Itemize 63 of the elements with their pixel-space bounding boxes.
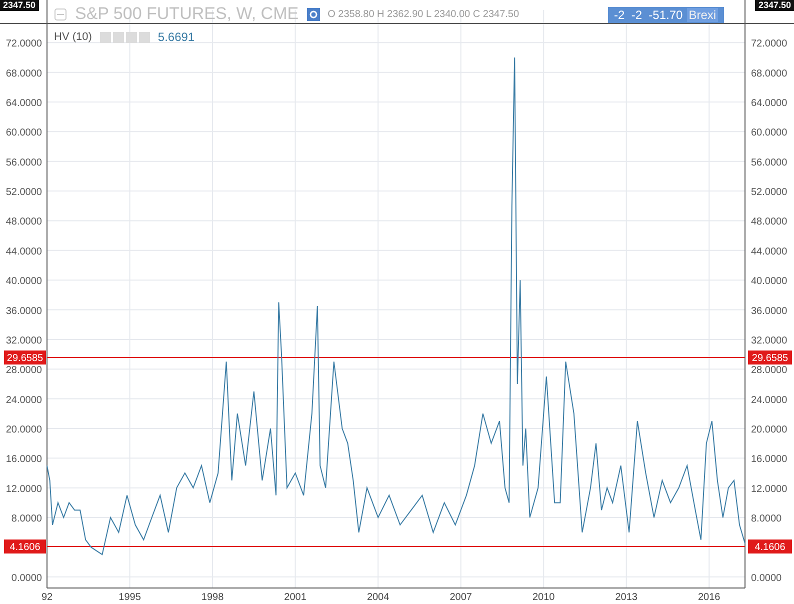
x-axis-label: 2013: [615, 592, 638, 603]
study-value: 5.6691: [158, 30, 195, 44]
symbol-title: S&P 500 FUTURES, W, CME: [75, 4, 299, 24]
price-badge: 2347.50: [755, 0, 794, 11]
level-badge: 29.6585: [748, 350, 792, 364]
y-axis-label: 68.0000: [751, 68, 788, 80]
y-axis-label: 12.0000: [6, 484, 42, 495]
level-badge: 29.6585: [4, 350, 46, 364]
level-badge: 4.1606: [748, 540, 792, 554]
x-axis-label: 2016: [698, 592, 720, 603]
y-axis-label: 8.0000: [11, 514, 42, 524]
ohlc-values: O 2358.80 H 2362.90 L 2340.00 C 2347.50: [328, 8, 520, 20]
x-axis-label: 1998: [201, 592, 224, 603]
y-axis-label: 40.0000: [751, 276, 788, 288]
series-label: 4.1606: [10, 542, 41, 553]
y-axis-label: 12.0000: [751, 484, 788, 495]
y-axis-label: 24.0000: [751, 394, 788, 406]
y-axis-label: 28.0000: [6, 365, 42, 376]
y-axis-label: 60.0000: [751, 128, 788, 139]
y-axis-label: 48.0000: [751, 216, 788, 228]
x-axis-label: 2001: [284, 592, 306, 603]
y-axis-label: 8.0000: [751, 514, 782, 524]
x-axis-label: 2004: [366, 592, 390, 603]
y-axis-label: 72.0000: [6, 38, 42, 50]
y-axis-label: 56.0000: [751, 157, 788, 168]
settings-icon[interactable]: [306, 8, 320, 20]
x-axis-label: 2010: [532, 592, 555, 603]
y-axis-label: 64.0000: [751, 98, 788, 109]
y-axis-label: 64.0000: [6, 98, 42, 109]
level-badge: 4.1606: [4, 540, 46, 554]
y-axis-label: 28.0000: [751, 365, 788, 376]
y-axis-label: 0.0000: [11, 572, 42, 584]
x-axis-label: 1995: [118, 592, 141, 603]
toolbar-icon[interactable]: [138, 32, 150, 42]
y-axis-label: 32.0000: [6, 335, 42, 346]
toolbar-icon[interactable]: [112, 32, 124, 42]
y-axis-label: 48.0000: [6, 216, 42, 228]
y-axis-label: 32.0000: [751, 335, 788, 346]
y-axis-label: 60.0000: [6, 128, 42, 139]
toolbar-icon[interactable]: [100, 32, 111, 42]
price-badge: 2347.50: [0, 0, 39, 11]
toolbar-icon[interactable]: [126, 32, 137, 42]
y-axis-label: 44.0000: [6, 246, 42, 258]
collapse-icon[interactable]: [54, 8, 67, 20]
y-axis-label: 36.0000: [6, 306, 42, 317]
x-axis-label: 92: [41, 592, 53, 603]
y-axis-label: 52.0000: [6, 187, 42, 198]
y-axis-label: 40.0000: [6, 276, 42, 288]
y-axis-label: 16.0000: [6, 454, 42, 466]
y-axis-label: 52.0000: [751, 187, 788, 198]
y-axis-label: 20.0000: [751, 424, 788, 436]
y-axis-label: 56.0000: [6, 157, 42, 168]
y-axis-label: 68.0000: [6, 68, 42, 80]
y-axis-label: 20.0000: [6, 424, 42, 436]
y-axis-label: 44.0000: [751, 246, 788, 258]
y-axis-label: 36.0000: [751, 306, 788, 317]
series-label: 29.6585: [6, 353, 44, 364]
series-legend[interactable]: HV (10): [54, 31, 92, 43]
y-axis-label: 0.0000: [751, 572, 782, 584]
y-axis-label: 16.0000: [751, 454, 788, 466]
x-axis-label: 2007: [450, 592, 472, 603]
y-axis-label: 24.0000: [6, 394, 42, 406]
y-axis-label: 72.0000: [751, 38, 788, 50]
